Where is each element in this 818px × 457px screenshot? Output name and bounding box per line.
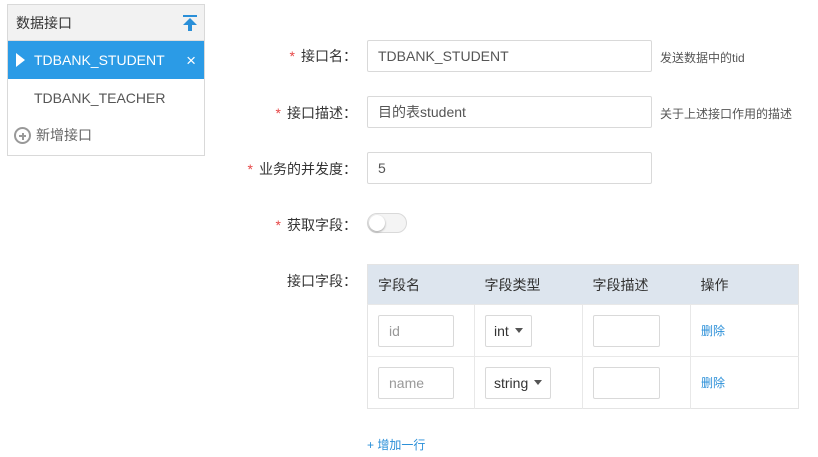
interface-sidebar: 数据接口 TDBANK_STUDENT × TDBANK_TEACHER 新增接… xyxy=(7,4,205,156)
field-name-cell: name xyxy=(367,356,475,409)
field-type-value: int xyxy=(494,322,509,339)
table-row: name string 删除 xyxy=(367,356,799,409)
interface-name-input[interactable]: TDBANK_STUDENT xyxy=(367,40,652,72)
sidebar-item-label: TDBANK_STUDENT xyxy=(34,52,165,68)
fetch-fields-label: * 获取字段： xyxy=(276,215,357,235)
field-type-cell: int xyxy=(474,304,583,357)
sidebar-header: 数据接口 xyxy=(8,5,204,41)
concurrency-label: * 业务的并发度： xyxy=(248,159,357,179)
delete-row-link[interactable]: 删除 xyxy=(701,324,725,338)
field-type-select[interactable]: string xyxy=(485,366,552,399)
add-interface-button[interactable]: 新增接口 xyxy=(8,117,204,153)
required-mark: * xyxy=(247,161,253,177)
chevron-down-icon xyxy=(534,380,543,385)
fetch-fields-label-text: 获取字段： xyxy=(287,217,357,233)
action-cell: 删除 xyxy=(690,356,799,409)
sidebar-item-tdbank-student[interactable]: TDBANK_STUDENT × xyxy=(8,41,204,79)
interface-desc-value: 目的表student xyxy=(378,104,466,120)
field-desc-cell xyxy=(582,356,691,409)
interface-name-label: * 接口名： xyxy=(290,46,357,66)
required-mark: * xyxy=(275,217,281,233)
toggle-knob xyxy=(369,215,385,231)
required-mark: * xyxy=(289,48,295,64)
action-cell: 删除 xyxy=(690,304,799,357)
close-icon[interactable]: × xyxy=(186,52,196,69)
plus-circle-icon xyxy=(14,126,31,144)
add-row-link[interactable]: + 增加一行 xyxy=(367,436,425,453)
fetch-fields-toggle[interactable] xyxy=(367,213,407,233)
field-name-placeholder: id xyxy=(389,322,400,339)
col-header-field-desc: 字段描述 xyxy=(582,264,691,305)
active-indicator-icon xyxy=(16,53,25,67)
field-desc-input[interactable] xyxy=(593,366,660,399)
field-name-cell: id xyxy=(367,304,475,357)
concurrency-value: 5 xyxy=(378,160,386,176)
concurrency-label-text: 业务的并发度： xyxy=(259,161,357,177)
move-to-top-icon[interactable] xyxy=(182,14,198,32)
sidebar-title: 数据接口 xyxy=(16,14,72,31)
field-name-placeholder: name xyxy=(389,374,425,391)
field-name-input[interactable]: id xyxy=(378,314,454,347)
interface-name-hint: 发送数据中的tid xyxy=(660,51,745,65)
col-header-field-type: 字段类型 xyxy=(474,264,583,305)
field-desc-cell xyxy=(582,304,691,357)
interface-desc-input[interactable]: 目的表student xyxy=(367,96,652,128)
interface-desc-label: * 接口描述： xyxy=(276,103,357,123)
field-type-value: string xyxy=(494,374,529,391)
required-mark: * xyxy=(275,105,281,121)
field-type-cell: string xyxy=(474,356,583,409)
field-desc-input[interactable] xyxy=(593,314,660,347)
chevron-down-icon xyxy=(514,328,523,333)
fields-table: 字段名 字段类型 字段描述 操作 id int 删除 name string 删… xyxy=(367,264,799,409)
interface-name-label-text: 接口名： xyxy=(301,48,357,64)
col-header-action: 操作 xyxy=(690,264,799,305)
interface-fields-label: 接口字段： xyxy=(287,273,357,289)
sidebar-item-tdbank-teacher[interactable]: TDBANK_TEACHER xyxy=(8,79,204,117)
table-header-row: 字段名 字段类型 字段描述 操作 xyxy=(367,264,799,305)
add-interface-label: 新增接口 xyxy=(36,127,92,143)
field-name-input[interactable]: name xyxy=(378,366,454,399)
col-header-field-name: 字段名 xyxy=(367,264,475,305)
field-type-select[interactable]: int xyxy=(485,314,532,347)
concurrency-input[interactable]: 5 xyxy=(367,152,652,184)
interface-desc-hint: 关于上述接口作用的描述 xyxy=(660,107,793,121)
interface-name-value: TDBANK_STUDENT xyxy=(378,48,509,64)
interface-desc-label-text: 接口描述： xyxy=(287,105,357,121)
delete-row-link[interactable]: 删除 xyxy=(701,376,725,390)
sidebar-item-label: TDBANK_TEACHER xyxy=(34,90,166,106)
table-row: id int 删除 xyxy=(367,304,799,357)
